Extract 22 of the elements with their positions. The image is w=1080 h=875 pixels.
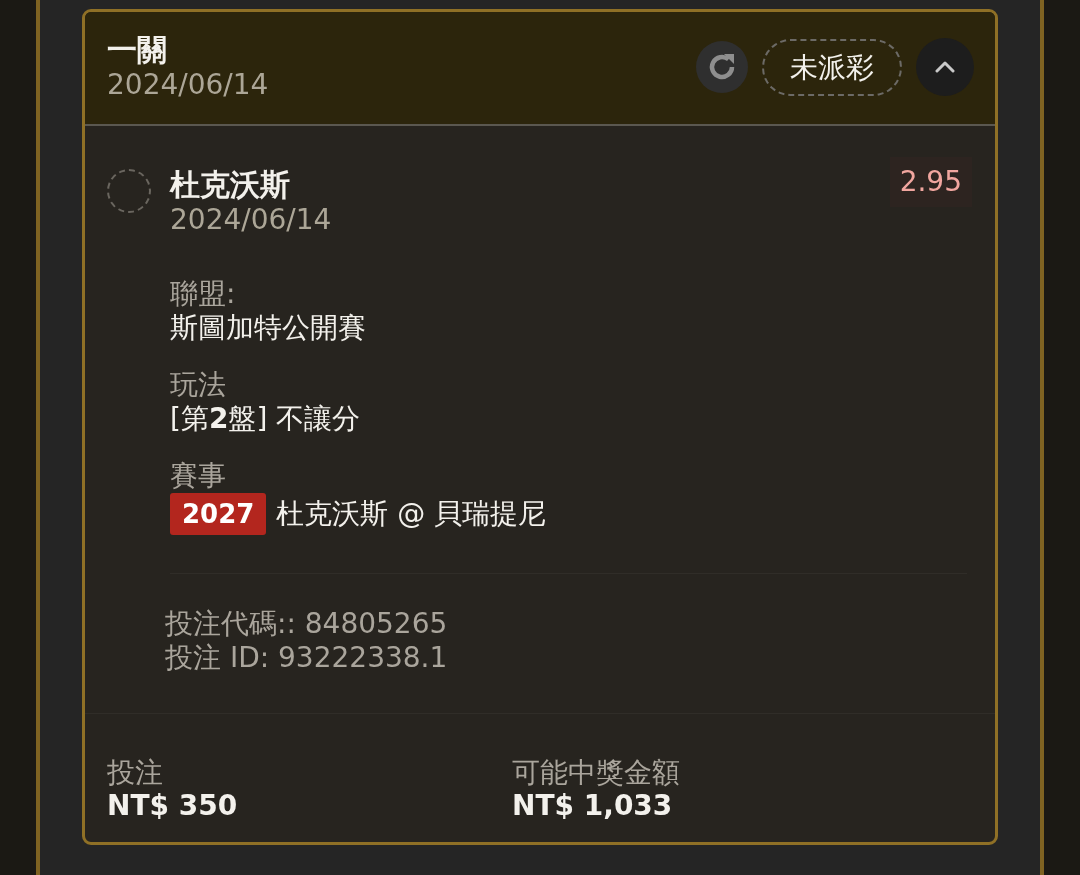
field-label: 聯盟:: [170, 277, 237, 311]
amount-value: NT$ 1,033: [512, 790, 674, 822]
bet-code: 投注代碼:: 84805265: [165, 607, 449, 641]
status-badge: 未派彩: [762, 38, 902, 96]
chevron-icon: [935, 61, 955, 73]
bet-code: 投注 ID: 93222338.1: [165, 641, 449, 675]
bet-type-title: 一關: [107, 32, 168, 68]
field-value: 斯圖加特公開賽: [170, 311, 367, 345]
selection-radio[interactable]: [107, 169, 151, 213]
odds-value: 2.95: [889, 157, 972, 207]
field-value: [第2盤] 不讓分: [170, 402, 362, 436]
amount-label: 可能中獎金額: [512, 756, 681, 790]
field-label: 賽事: [170, 459, 227, 493]
bet-date: 2024/06/14: [107, 68, 269, 102]
field-label: 玩法: [170, 368, 227, 402]
amount-value: NT$ 350: [107, 790, 239, 822]
match-teams: 杜克沃斯 @ 貝瑞提尼: [276, 497, 547, 531]
event-number-badge: 2027: [170, 493, 267, 535]
amount-label: 投注: [107, 756, 164, 790]
team-name: 杜克沃斯: [170, 167, 291, 203]
refresh-button[interactable]: [696, 41, 748, 93]
match-date: 2024/06/14: [170, 203, 332, 237]
